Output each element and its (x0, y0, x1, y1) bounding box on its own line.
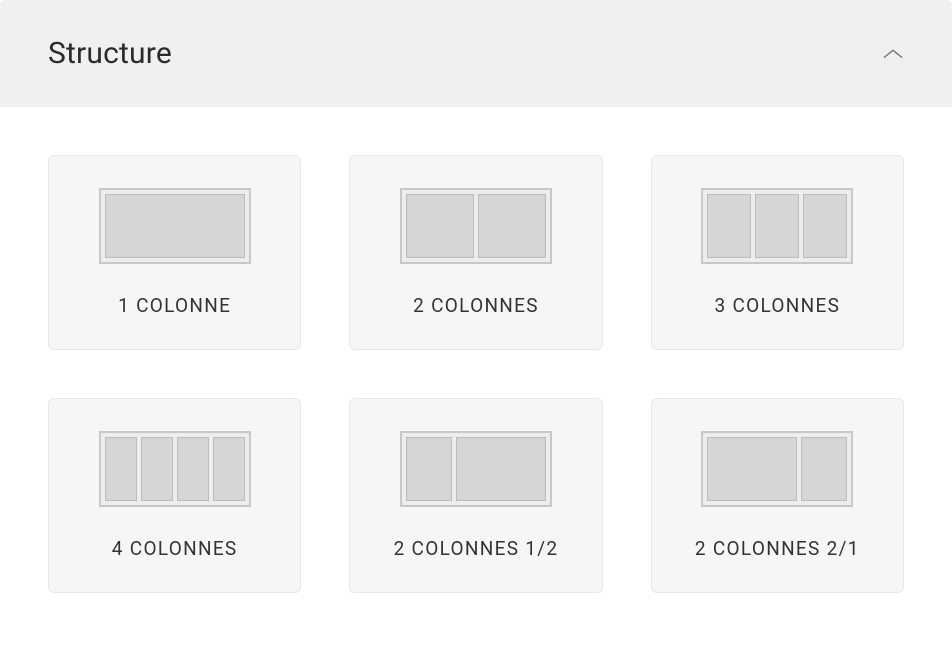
layout-col (141, 437, 173, 501)
structure-option-2-colonnes-2-1[interactable]: 2 COLONNES 2/1 (651, 398, 904, 593)
layout-col (801, 437, 847, 501)
structure-option-label: 2 COLONNES (413, 294, 539, 317)
layout-col (456, 437, 546, 501)
structure-option-2-colonnes[interactable]: 2 COLONNES (349, 155, 602, 350)
structure-option-3-colonnes[interactable]: 3 COLONNES (651, 155, 904, 350)
structure-option-1-colonne[interactable]: 1 COLONNE (48, 155, 301, 350)
structure-option-label: 3 COLONNES (714, 294, 840, 317)
layout-preview (99, 188, 251, 264)
layout-col (406, 194, 474, 258)
layout-col (406, 437, 452, 501)
layout-preview (99, 431, 251, 507)
layout-col (755, 194, 799, 258)
structure-option-2-colonnes-1-2[interactable]: 2 COLONNES 1/2 (349, 398, 602, 593)
layout-col (105, 437, 137, 501)
layout-col (707, 194, 751, 258)
structure-option-label: 4 COLONNES (112, 537, 238, 560)
structure-option-4-colonnes[interactable]: 4 COLONNES (48, 398, 301, 593)
layout-col (707, 437, 797, 501)
layout-col (177, 437, 209, 501)
layout-col (478, 194, 546, 258)
layout-preview (701, 431, 853, 507)
structure-panel-header[interactable]: Structure (0, 0, 952, 107)
layout-col (803, 194, 847, 258)
layout-preview (400, 188, 552, 264)
layout-preview (701, 188, 853, 264)
structure-option-label: 2 COLONNES 2/1 (695, 537, 860, 560)
panel-title: Structure (48, 36, 172, 71)
structure-option-label: 2 COLONNES 1/2 (394, 537, 559, 560)
layout-col (105, 194, 245, 258)
layout-col (213, 437, 245, 501)
structure-option-label: 1 COLONNE (118, 294, 231, 317)
chevron-up-icon (882, 43, 904, 65)
structure-panel-body: 1 COLONNE 2 COLONNES 3 COLONNES (0, 107, 952, 641)
layout-preview (400, 431, 552, 507)
structure-grid: 1 COLONNE 2 COLONNES 3 COLONNES (48, 155, 904, 593)
structure-panel: Structure 1 COLONNE 2 COLONNES (0, 0, 952, 641)
